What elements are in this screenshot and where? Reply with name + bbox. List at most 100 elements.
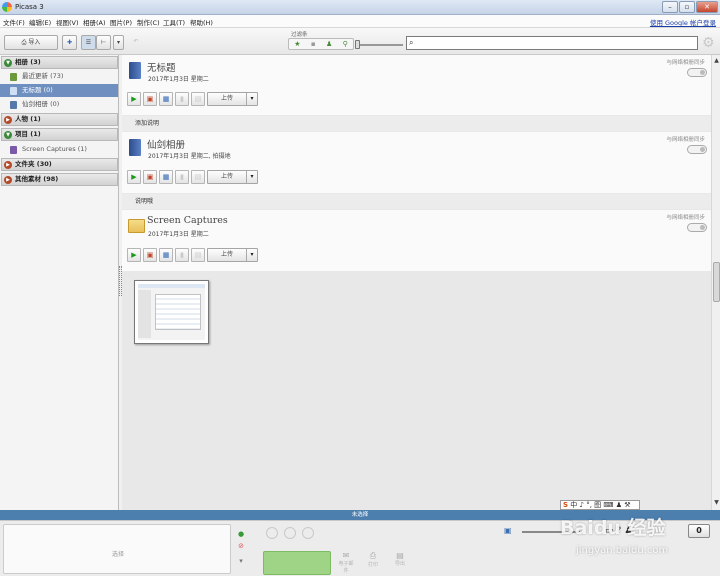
scroll-down-icon[interactable]: ▼	[713, 499, 720, 506]
minimize-button[interactable]: –	[662, 1, 678, 13]
back-icon[interactable]: ↶	[129, 35, 143, 50]
watermark-brand: Baidu 经验	[560, 517, 666, 539]
sidebar-section-other[interactable]: ▶ 其他素材 (98)	[1, 173, 118, 186]
sidebar-item-untitled[interactable]: 无标题 (0)	[0, 84, 118, 97]
sidebar-section-projects[interactable]: ▼ 项目 (1)	[1, 128, 118, 141]
album-date[interactable]: 2017年1月3日 星期二	[148, 229, 209, 238]
tray-placeholder: 选择	[111, 551, 124, 558]
flat-view-icon[interactable]: ☰	[81, 35, 96, 50]
menu-picture[interactable]: 图片(P)	[110, 17, 132, 27]
menu-edit[interactable]: 编辑(E)	[29, 17, 51, 27]
video-filter-icon[interactable]: ▪	[311, 40, 316, 48]
window-title: Picasa 3	[15, 3, 44, 11]
upload-dropdown-icon[interactable]: ▾	[246, 249, 257, 261]
view-dropdown-icon[interactable]: ▾	[113, 35, 124, 50]
expand-icon: ▶	[4, 116, 12, 124]
thumbnail-size-icon: ▣	[504, 526, 512, 535]
tree-view-icon[interactable]: ⊢	[96, 35, 111, 50]
scroll-thumb[interactable]	[713, 262, 720, 302]
export-icon[interactable]: ▤	[191, 248, 205, 262]
sync-toggle[interactable]	[687, 223, 707, 232]
star-filter-icon[interactable]: ★	[294, 40, 300, 48]
collage-icon[interactable]: ▦	[159, 248, 173, 262]
menu-tools[interactable]: 工具(T)	[163, 17, 185, 27]
menu-view[interactable]: 视图(V)	[56, 17, 79, 27]
collapse-icon: ▼	[4, 131, 12, 139]
sidebar-section-folders[interactable]: ▶ 文件夹 (30)	[1, 158, 118, 171]
movie-icon[interactable]: ▮	[175, 92, 189, 106]
slideshow-icon[interactable]: ▣	[143, 92, 157, 106]
upload-button[interactable]: 上传 ▾	[207, 170, 258, 184]
close-button[interactable]: ✕	[696, 1, 718, 13]
search-input[interactable]: ⌕	[406, 36, 698, 50]
geotag-filter-icon[interactable]: ⚲	[343, 40, 348, 48]
rotate-left-icon[interactable]	[266, 527, 278, 539]
email-icon: ✉	[342, 551, 350, 560]
album-title[interactable]: 仙剑相册	[147, 137, 185, 151]
project-icon	[10, 146, 17, 154]
vertical-scrollbar[interactable]: ▲ ▼	[711, 55, 720, 510]
play-slideshow-icon[interactable]: ▶	[127, 92, 141, 106]
album-date[interactable]: 2017年1月3日 星期二, 拍摄地	[148, 151, 231, 160]
upload-label: 上传	[220, 95, 233, 102]
clear-icon[interactable]: ⊘	[235, 542, 247, 550]
upload-dropdown-icon[interactable]: ▾	[246, 171, 257, 183]
sidebar-item-recent[interactable]: 最近更新 (73)	[0, 70, 118, 83]
play-slideshow-icon[interactable]: ▶	[127, 248, 141, 262]
upload-button[interactable]: 上传 ▾	[207, 92, 258, 106]
photo-thumbnail[interactable]	[134, 280, 209, 344]
share-button[interactable]	[263, 551, 331, 575]
library-sidebar: ▼ 相册 (3) 最近更新 (73) 无标题 (0) 仙剑相册 (0) ▶ 人物…	[0, 55, 119, 510]
star-icon[interactable]	[302, 527, 314, 539]
slideshow-icon[interactable]: ▣	[143, 248, 157, 262]
scroll-up-icon[interactable]: ▲	[713, 57, 720, 64]
collage-icon[interactable]: ▦	[159, 92, 173, 106]
expand-icon: ▶	[4, 161, 12, 169]
sync-toggle[interactable]	[687, 145, 707, 154]
google-signin-link[interactable]: 使用 Google 帐户登录	[650, 17, 716, 27]
album-caption[interactable]: 说明哦	[122, 194, 711, 209]
album-actions: ▶ ▣ ▦ ▮ ▤ 上传 ▾	[127, 170, 258, 184]
menu-help[interactable]: 帮助(H)	[190, 17, 213, 27]
tray-drop-area[interactable]: 选择	[3, 524, 231, 574]
menu-create[interactable]: 制作(C)	[137, 17, 160, 27]
album-caption[interactable]: 添加说明	[122, 116, 711, 131]
collage-icon[interactable]: ▦	[159, 170, 173, 184]
export-button[interactable]: ▤ 导出	[391, 551, 409, 567]
menu-album[interactable]: 相册(A)	[83, 17, 106, 27]
sync-toggle[interactable]	[687, 68, 707, 77]
add-to-album-button[interactable]: ✚	[62, 35, 77, 50]
sidebar-item-screen-captures[interactable]: Screen Captures (1)	[0, 143, 118, 156]
movie-icon[interactable]: ▮	[175, 170, 189, 184]
sidebar-item-xianjian[interactable]: 仙剑相册 (0)	[0, 98, 118, 111]
maximize-button[interactable]: ▫	[679, 1, 695, 13]
movie-icon[interactable]: ▮	[175, 248, 189, 262]
rotate-right-icon[interactable]	[284, 527, 296, 539]
sidebar-section-people[interactable]: ▶ 人物 (1)	[1, 113, 118, 126]
ime-toolbar[interactable]: S 中 ♪ °, 图 ⌨ ♟ ⚒	[560, 500, 640, 510]
print-button[interactable]: ⎙ 打印	[364, 551, 382, 568]
export-icon[interactable]: ▤	[191, 92, 205, 106]
slideshow-icon[interactable]: ▣	[143, 170, 157, 184]
album-book-icon	[129, 62, 141, 79]
people-filter-icon[interactable]: ♟	[326, 40, 332, 48]
settings-gear-icon[interactable]: ⚙	[702, 35, 715, 51]
picasa-app-icon	[2, 2, 12, 12]
export-icon[interactable]: ▤	[191, 170, 205, 184]
sidebar-item-label: 仙剑相册 (0)	[22, 100, 60, 108]
menu-file[interactable]: 文件(F)	[3, 17, 25, 27]
add-tag-icon[interactable]: ▾	[235, 557, 247, 565]
album-actions: ▶ ▣ ▦ ▮ ▤ 上传 ▾	[127, 248, 258, 262]
email-button[interactable]: ✉ 电子邮件	[337, 551, 355, 574]
album-title[interactable]: Screen Captures	[147, 215, 228, 226]
upload-dropdown-icon[interactable]: ▾	[246, 93, 257, 105]
album-title[interactable]: 无标题	[147, 60, 176, 74]
section-label: 项目 (1)	[15, 130, 41, 138]
upload-button[interactable]: 上传 ▾	[207, 248, 258, 262]
album-date[interactable]: 2017年1月3日 星期二	[148, 74, 209, 83]
sidebar-section-albums[interactable]: ▼ 相册 (3)	[1, 56, 118, 69]
date-slider-knob[interactable]	[355, 40, 360, 49]
hold-icon[interactable]: ●	[235, 530, 247, 538]
play-slideshow-icon[interactable]: ▶	[127, 170, 141, 184]
import-button[interactable]: ⎙ 导入	[4, 35, 58, 50]
